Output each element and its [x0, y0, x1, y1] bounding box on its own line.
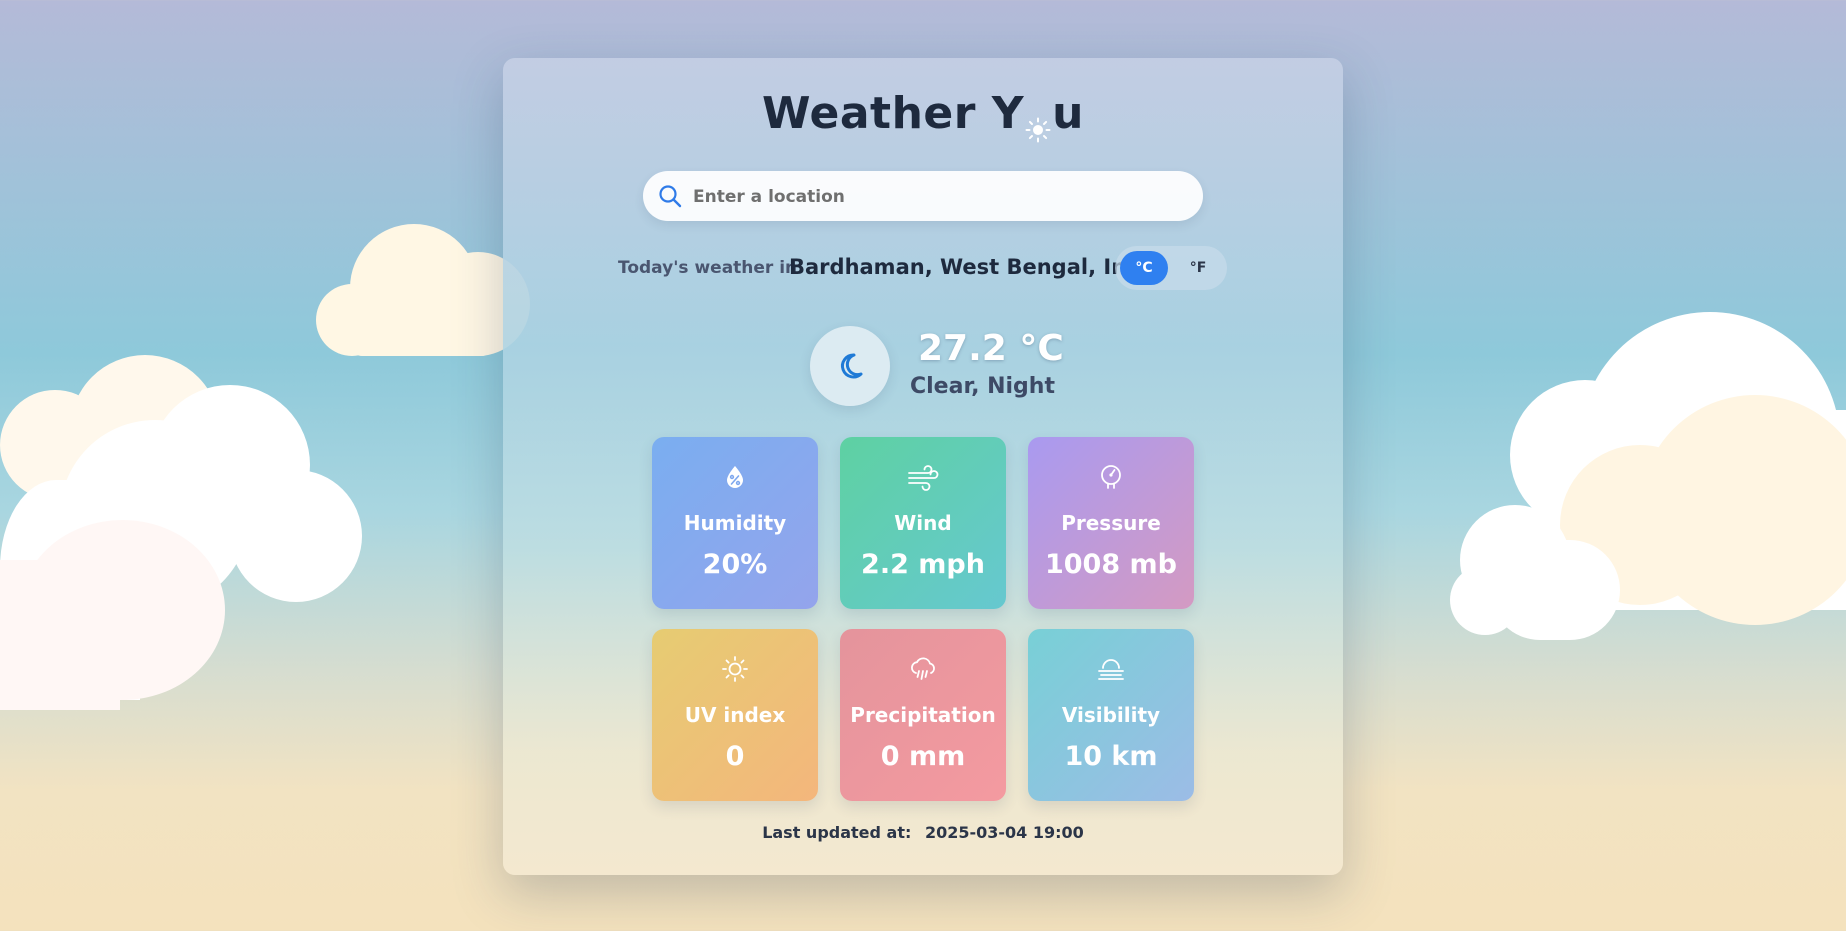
app-title: Weather Y u	[503, 88, 1343, 143]
search-icon[interactable]	[657, 183, 683, 209]
background-cloud-left	[0, 350, 370, 710]
current-condition: Clear, Night	[910, 374, 1055, 399]
visibility-tile: Visibility 10 km	[1028, 629, 1194, 801]
celsius-button[interactable]: °C	[1120, 251, 1168, 285]
search-bar[interactable]	[643, 171, 1203, 221]
sun-icon	[1025, 103, 1051, 143]
last-updated: Last updated at: 2025-03-04 19:00	[503, 823, 1343, 842]
humidity-value: 20%	[702, 549, 768, 580]
pressure-gauge-icon	[1028, 463, 1194, 491]
precipitation-tile: Precipitation 0 mm	[840, 629, 1006, 801]
location-prefix: Today's weather in	[618, 258, 798, 278]
last-updated-value: 2025-03-04 19:00	[924, 823, 1084, 842]
location-name: Bardhaman, West Bengal, India	[789, 255, 1163, 279]
sun-icon	[652, 655, 818, 683]
pressure-label: Pressure	[1061, 511, 1161, 535]
search-input[interactable]	[691, 179, 1185, 215]
precipitation-label: Precipitation	[850, 703, 996, 727]
wind-label: Wind	[894, 511, 952, 535]
current-weather: 27.2 °C Clear, Night	[503, 326, 1343, 408]
fog-icon	[1028, 655, 1194, 683]
pressure-tile: Pressure 1008 mb	[1028, 437, 1194, 609]
fahrenheit-button[interactable]: °F	[1174, 251, 1222, 285]
wind-tile: Wind 2.2 mph	[840, 437, 1006, 609]
uv-index-tile: UV index 0	[652, 629, 818, 801]
uv-index-label: UV index	[684, 703, 786, 727]
background-cloud-top	[316, 222, 531, 357]
current-temperature: 27.2 °C	[918, 328, 1064, 369]
app-title-end: u	[1052, 88, 1084, 139]
background-cloud-right	[1450, 310, 1846, 640]
app-title-start: Weather Y	[762, 88, 1025, 139]
weather-card: Weather Y u Today's weather in Bardhaman…	[503, 58, 1343, 875]
humidity-label: Humidity	[683, 511, 787, 535]
moon-icon	[810, 326, 890, 406]
humidity-drop-icon	[652, 463, 818, 491]
location-row: Today's weather in Bardhaman, West Benga…	[503, 246, 1343, 290]
wind-value: 2.2 mph	[861, 549, 985, 580]
precipitation-value: 0 mm	[880, 741, 966, 772]
wind-icon	[840, 463, 1006, 491]
visibility-value: 10 km	[1064, 741, 1158, 772]
humidity-tile: Humidity 20%	[652, 437, 818, 609]
pressure-value: 1008 mb	[1044, 549, 1177, 580]
rain-cloud-icon	[840, 655, 1006, 683]
uv-index-value: 0	[725, 741, 745, 772]
visibility-label: Visibility	[1061, 703, 1161, 727]
unit-toggle[interactable]: °C °F	[1115, 246, 1227, 290]
last-updated-label: Last updated at:	[762, 823, 912, 842]
